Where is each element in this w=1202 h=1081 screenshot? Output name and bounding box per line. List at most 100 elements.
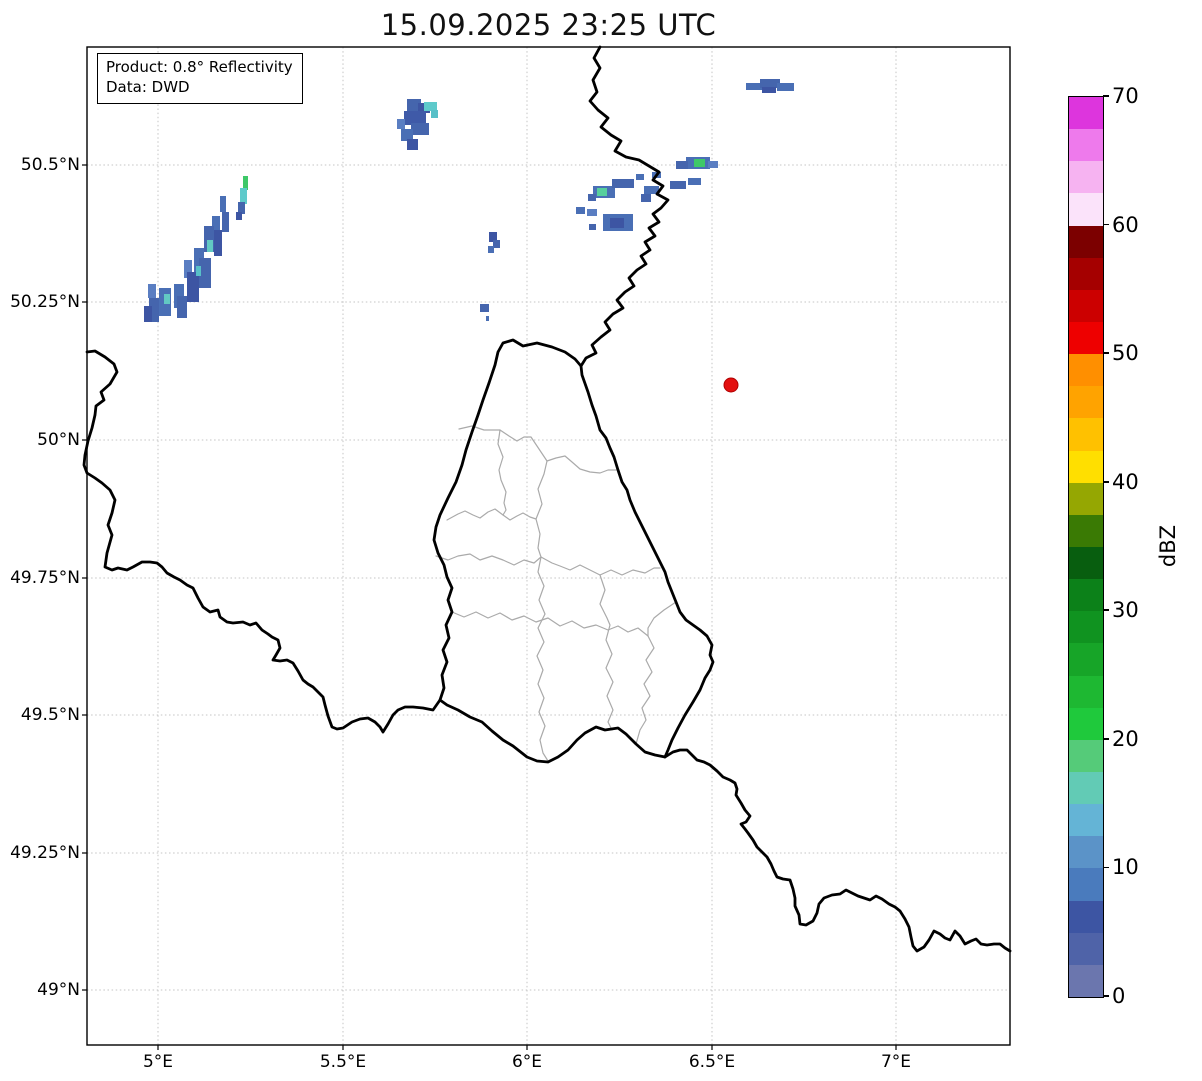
y-tick-label: 49.5°N	[20, 705, 80, 725]
canton-borders	[435, 425, 677, 762]
radar-echo	[636, 174, 644, 180]
colorbar-segment	[1069, 932, 1103, 965]
radar-echo	[486, 316, 489, 321]
y-tick-label: 50°N	[37, 430, 80, 450]
radar-echo	[407, 139, 418, 150]
colorbar-tick-label: 40	[1112, 469, 1139, 494]
colorbar-segment	[1069, 482, 1103, 515]
radar-echo	[480, 304, 489, 312]
colorbar-segment	[1069, 354, 1103, 387]
colorbar-segment	[1069, 675, 1103, 708]
colorbar-segment	[1069, 804, 1103, 837]
colorbar-tick-mark	[1103, 480, 1109, 483]
colorbar-segment	[1069, 643, 1103, 676]
x-tick-label: 6°E	[511, 1052, 543, 1072]
colorbar-segment	[1069, 707, 1103, 740]
radar-echo	[688, 178, 701, 185]
radar-echo	[164, 294, 170, 304]
colorbar-tick-label: 20	[1112, 726, 1139, 751]
radar-echo	[236, 212, 242, 220]
x-tick-label: 7°E	[880, 1052, 912, 1072]
radar-echo	[207, 240, 213, 252]
radar-echo	[187, 272, 199, 302]
country-borders	[82, 45, 1012, 953]
colorbar-tick-mark	[1103, 995, 1109, 997]
colorbar-segment	[1069, 450, 1103, 483]
radar-echo	[488, 246, 494, 253]
radar-echo	[597, 188, 607, 196]
colorbar-segment	[1069, 771, 1103, 805]
colorbar-tick-label: 60	[1112, 212, 1139, 237]
map-plot	[82, 45, 1012, 1050]
x-tick-label: 5°E	[142, 1052, 174, 1072]
radar-echo	[411, 123, 429, 135]
colorbar-tick-mark	[1103, 609, 1109, 612]
x-tick-label: 6.5°E	[688, 1052, 736, 1072]
colorbar-segment	[1069, 289, 1103, 322]
radar-echo	[424, 102, 437, 111]
radar-echo	[397, 119, 405, 129]
radar-echo	[576, 207, 585, 214]
radar-echo	[610, 218, 624, 228]
colorbar-segment	[1069, 514, 1103, 547]
radar-echo	[493, 240, 500, 248]
colorbar-segment	[1069, 546, 1103, 580]
data-source-line: Data: DWD	[106, 78, 190, 97]
radar-echo	[431, 110, 438, 118]
colorbar-segment	[1069, 868, 1103, 901]
colorbar-tick-label: 0	[1112, 984, 1126, 1008]
colorbar-segment	[1069, 739, 1103, 772]
product-annotation-box: Product: 0.8° Reflectivity Data: DWD	[97, 53, 303, 104]
border-france-germany-southeast	[663, 748, 1012, 953]
radar-echo	[762, 87, 776, 93]
colorbar-tick-label: 70	[1112, 84, 1139, 108]
colorbar-segment	[1069, 964, 1103, 997]
colorbar-segment	[1069, 836, 1103, 869]
colorbar	[1068, 96, 1104, 998]
colorbar-axis-label: dBZ	[1156, 524, 1180, 568]
colorbar-tick-mark	[1103, 738, 1109, 740]
colorbar-tick-mark	[1103, 352, 1109, 354]
radar-echo	[588, 194, 596, 201]
y-tick-label: 49.75°N	[10, 568, 80, 588]
border-france-belgium-west	[82, 349, 442, 734]
radar-echo	[240, 188, 247, 204]
radar-echo	[177, 296, 187, 318]
y-tick-label: 50.5°N	[20, 155, 80, 175]
colorbar-segment	[1069, 129, 1103, 162]
colorbar-segment	[1069, 225, 1103, 258]
radar-echo	[777, 83, 794, 91]
radar-echo	[694, 159, 705, 167]
colorbar-tick-mark	[1103, 866, 1109, 869]
radar-echo	[222, 212, 229, 232]
radar-echo	[670, 181, 686, 189]
colorbar-segment	[1069, 193, 1103, 226]
radar-echo	[243, 176, 248, 190]
colorbar-tick-mark	[1103, 223, 1109, 226]
colorbar-segment	[1069, 579, 1103, 612]
radar-echo	[676, 161, 688, 169]
radar-echoes-layer	[144, 79, 794, 322]
colorbar-segment	[1069, 97, 1103, 130]
x-tick-label: 5.5°E	[319, 1052, 367, 1072]
colorbar-segment	[1069, 386, 1103, 419]
radar-echo	[148, 284, 156, 298]
radar-echo	[708, 161, 718, 168]
radar-figure: 15.09.2025 23:25 UTC Product: 0.8° Refle…	[0, 0, 1202, 1081]
colorbar-segment	[1069, 161, 1103, 194]
radar-echo	[196, 266, 201, 276]
radar-echo	[612, 179, 634, 188]
radar-echo	[589, 224, 596, 230]
colorbar-tick-label: 50	[1112, 341, 1139, 366]
colorbar-segment	[1069, 257, 1103, 290]
radar-echo	[214, 230, 222, 256]
y-tick-label: 49°N	[37, 980, 80, 1000]
colorbar-tick-label: 30	[1112, 598, 1139, 623]
radar-echo	[144, 306, 152, 322]
colorbar-tick-mark	[1103, 95, 1109, 97]
border-luxembourg	[432, 338, 715, 764]
y-tick-label: 50.25°N	[10, 292, 80, 312]
colorbar-segment	[1069, 418, 1103, 451]
radar-echo	[220, 196, 226, 212]
radar-site-marker	[723, 377, 739, 393]
